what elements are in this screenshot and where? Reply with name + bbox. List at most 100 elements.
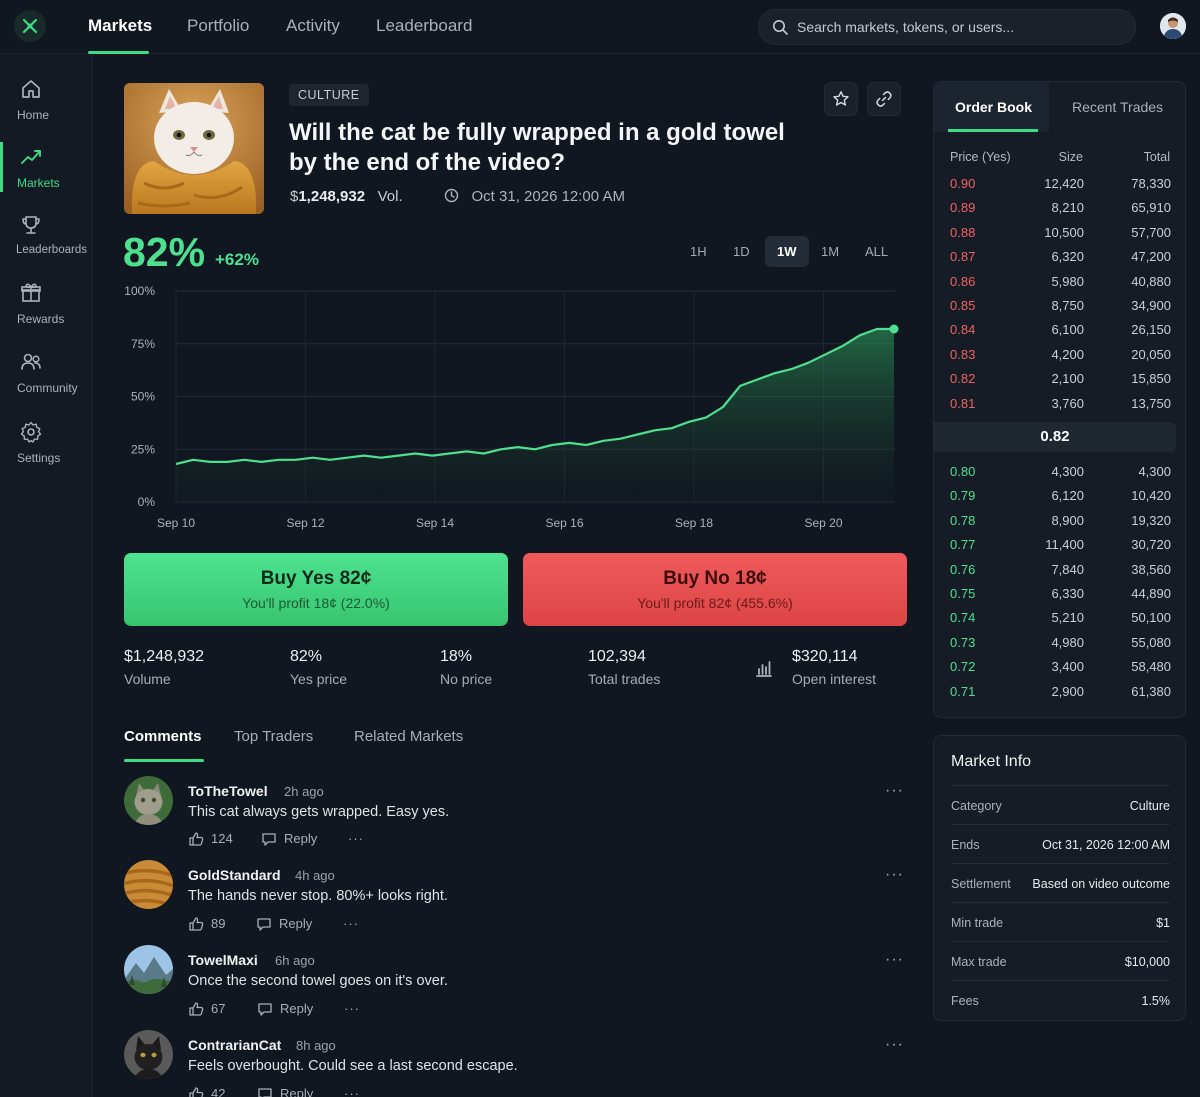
more-options-icon[interactable]: ··· xyxy=(885,782,904,800)
range-all[interactable]: ALL xyxy=(853,236,900,267)
bid-row[interactable]: 0.79 6,120 10,420 xyxy=(934,488,1186,512)
comment-username[interactable]: ToTheTowel xyxy=(188,783,268,799)
buy-yes-button[interactable]: Buy Yes 82¢ You'll profit 18¢ (22.0%) xyxy=(124,553,508,626)
comment-menu-icon[interactable]: ··· xyxy=(344,1001,360,1016)
order-size: 10,500 xyxy=(1044,224,1084,240)
bid-row[interactable]: 0.76 7,840 38,560 xyxy=(934,562,1186,586)
comment-menu-icon[interactable]: ··· xyxy=(348,831,364,846)
order-total: 19,320 xyxy=(1131,512,1171,528)
order-price: 0.75 xyxy=(950,586,976,601)
order-total: 65,910 xyxy=(1131,200,1171,216)
comment-username[interactable]: TowelMaxi xyxy=(188,952,258,968)
bid-row[interactable]: 0.71 2,900 61,380 xyxy=(934,684,1186,708)
active-tab-underline xyxy=(88,51,149,54)
order-total: 26,150 xyxy=(1131,322,1171,338)
ask-row[interactable]: 0.81 3,760 13,750 xyxy=(934,396,1186,420)
search-input[interactable] xyxy=(797,10,1127,44)
share-link-button[interactable] xyxy=(867,82,901,116)
user-avatar[interactable] xyxy=(1160,13,1186,39)
avatar[interactable] xyxy=(124,945,173,994)
bid-row[interactable]: 0.77 11,400 30,720 xyxy=(934,537,1186,561)
tab-activity[interactable]: Activity xyxy=(286,16,340,36)
info-value: Based on video outcome xyxy=(1032,877,1170,891)
gear-icon xyxy=(20,421,42,443)
thumbs-up-icon[interactable] xyxy=(188,916,204,932)
comment-menu-icon[interactable]: ··· xyxy=(344,1086,360,1097)
more-options-icon[interactable]: ··· xyxy=(885,951,904,969)
sidebar-item-settings[interactable]: Settings xyxy=(0,420,93,480)
sidebar-item-rewards[interactable]: Rewards xyxy=(0,281,93,341)
reply-button[interactable]: Reply xyxy=(279,916,312,931)
bid-row[interactable]: 0.75 6,330 44,890 xyxy=(934,586,1186,610)
range-1m[interactable]: 1M xyxy=(809,236,851,267)
header-size: Size xyxy=(1058,150,1083,164)
reply-icon[interactable] xyxy=(261,832,277,847)
bid-row[interactable]: 0.74 5,210 50,100 xyxy=(934,610,1186,634)
bid-row[interactable]: 0.73 4,980 55,080 xyxy=(934,635,1186,659)
favorite-button[interactable] xyxy=(824,82,858,116)
x-tick-label: Sep 10 xyxy=(157,516,195,530)
reply-icon[interactable] xyxy=(257,1002,273,1017)
more-options-icon[interactable]: ··· xyxy=(885,866,904,884)
bid-row[interactable]: 0.72 3,400 58,480 xyxy=(934,659,1186,683)
reply-icon[interactable] xyxy=(257,1087,273,1097)
comment-username[interactable]: GoldStandard xyxy=(188,867,281,883)
logo-icon[interactable] xyxy=(14,10,46,42)
reply-button[interactable]: Reply xyxy=(280,1086,313,1097)
tab-leaderboard[interactable]: Leaderboard xyxy=(376,16,472,36)
order-price: 0.88 xyxy=(950,224,976,240)
tab-comments[interactable]: Comments xyxy=(124,728,202,745)
order-price: 0.90 xyxy=(950,176,976,191)
bid-row[interactable]: 0.78 8,900 19,320 xyxy=(934,513,1186,537)
avatar[interactable] xyxy=(124,776,173,825)
sidebar-item-community[interactable]: Community xyxy=(0,350,93,410)
order-size: 4,200 xyxy=(1051,346,1084,362)
like-count: 42 xyxy=(211,1086,226,1097)
search-box[interactable] xyxy=(758,9,1136,45)
ask-row[interactable]: 0.87 6,320 47,200 xyxy=(934,249,1186,273)
tab-top-traders[interactable]: Top Traders xyxy=(234,728,313,745)
ask-row[interactable]: 0.89 8,210 65,910 xyxy=(934,200,1186,224)
ask-row[interactable]: 0.88 10,500 57,700 xyxy=(934,225,1186,249)
avatar[interactable] xyxy=(124,1030,173,1079)
range-1h[interactable]: 1H xyxy=(678,236,719,267)
comment-username[interactable]: ContrarianCat xyxy=(188,1037,281,1053)
thumbs-up-icon[interactable] xyxy=(188,831,204,847)
order-price: 0.72 xyxy=(950,659,976,675)
reply-icon[interactable] xyxy=(256,917,272,932)
buy-no-button[interactable]: Buy No 18¢ You'll profit 82¢ (455.6%) xyxy=(523,553,907,626)
tab-portfolio[interactable]: Portfolio xyxy=(187,16,249,36)
sidebar-item-markets[interactable]: Markets xyxy=(0,145,93,205)
ask-row[interactable]: 0.82 2,100 15,850 xyxy=(934,371,1186,395)
ask-row[interactable]: 0.83 4,200 20,050 xyxy=(934,347,1186,371)
info-key: Min trade xyxy=(951,916,1004,930)
tab-order-book[interactable]: Order Book xyxy=(955,99,1032,115)
ask-row[interactable]: 0.84 6,100 26,150 xyxy=(934,322,1186,346)
sidebar-item-home[interactable]: Home xyxy=(0,77,93,137)
order-size: 6,320 xyxy=(1051,249,1084,265)
x-tick-label: Sep 12 xyxy=(286,516,324,530)
active-subtab-underline xyxy=(124,759,204,762)
tab-markets[interactable]: Markets xyxy=(88,16,152,36)
sidebar-item-label: Rewards xyxy=(17,312,65,326)
reply-button[interactable]: Reply xyxy=(280,1001,313,1016)
range-1d[interactable]: 1D xyxy=(721,236,762,267)
tab-related-markets[interactable]: Related Markets xyxy=(354,728,463,745)
current-probability: 82% xyxy=(123,229,206,275)
avatar[interactable] xyxy=(124,860,173,909)
category-tag[interactable]: CULTURE xyxy=(289,84,369,106)
more-options-icon[interactable]: ··· xyxy=(885,1036,904,1054)
sidebar-item-leaderboards[interactable]: Leaderboards xyxy=(0,213,93,273)
reply-button[interactable]: Reply xyxy=(284,831,317,846)
order-total: 15,850 xyxy=(1131,371,1171,387)
ask-row[interactable]: 0.90 12,420 78,330 xyxy=(934,176,1186,200)
ask-row[interactable]: 0.86 5,980 40,880 xyxy=(934,274,1186,298)
range-1w[interactable]: 1W xyxy=(765,236,809,267)
thumbs-up-icon[interactable] xyxy=(188,1086,204,1097)
thumbs-up-icon[interactable] xyxy=(188,1001,204,1017)
comment-menu-icon[interactable]: ··· xyxy=(343,916,359,931)
tab-recent-trades[interactable]: Recent Trades xyxy=(1072,99,1163,115)
bid-row[interactable]: 0.80 4,300 4,300 xyxy=(934,464,1186,488)
info-key: Ends xyxy=(951,838,980,852)
ask-row[interactable]: 0.85 8,750 34,900 xyxy=(934,298,1186,322)
